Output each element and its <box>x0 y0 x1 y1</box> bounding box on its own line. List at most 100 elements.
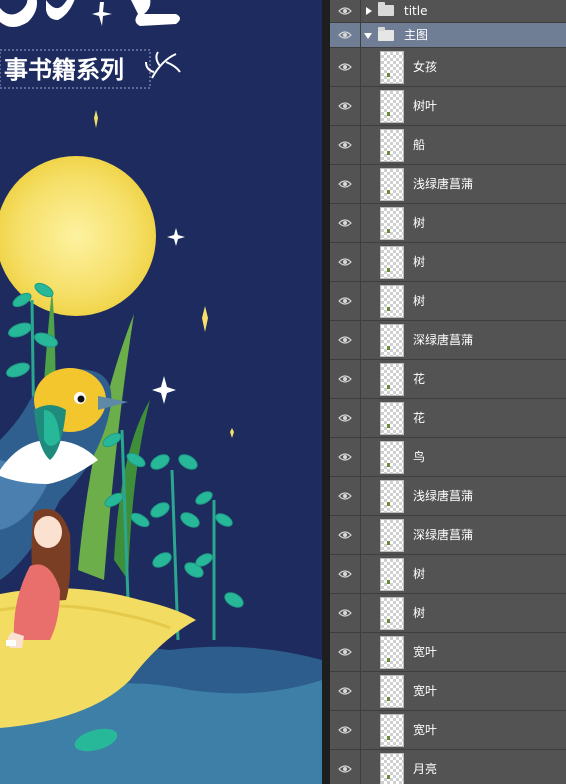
eye-icon <box>338 7 352 15</box>
layer-name: 树 <box>413 567 426 581</box>
layer-thumbnail <box>380 519 404 552</box>
eye-icon <box>338 570 352 578</box>
eye-icon <box>338 375 352 383</box>
layer-name: 树 <box>413 294 426 308</box>
layer-group-title[interactable]: title <box>330 0 566 23</box>
visibility-toggle[interactable] <box>330 438 361 476</box>
layer-name: 树叶 <box>413 99 438 113</box>
layer-thumbnail <box>380 480 404 513</box>
visibility-toggle[interactable] <box>330 165 361 203</box>
layer-row[interactable]: 宽叶 <box>330 711 566 750</box>
panel-divider[interactable] <box>322 0 330 784</box>
layer-row[interactable]: 花 <box>330 399 566 438</box>
layer-row[interactable]: 花 <box>330 360 566 399</box>
layer-name: 花 <box>413 372 426 386</box>
visibility-toggle[interactable] <box>330 282 361 320</box>
layer-row[interactable]: 深绿唐菖蒲 <box>330 321 566 360</box>
illustration: 事书籍系列 <box>0 0 322 784</box>
layer-row[interactable]: 树 <box>330 282 566 321</box>
eye-icon <box>338 31 352 39</box>
layer-thumbnail <box>380 207 404 240</box>
layer-thumbnail <box>380 324 404 357</box>
layer-thumbnail <box>380 129 404 162</box>
visibility-toggle[interactable] <box>330 204 361 242</box>
layer-row[interactable]: 宽叶 <box>330 633 566 672</box>
visibility-toggle[interactable] <box>330 0 361 22</box>
eye-icon <box>338 687 352 695</box>
layer-name: 花 <box>413 411 426 425</box>
eye-icon <box>338 726 352 734</box>
visibility-toggle[interactable] <box>330 711 361 749</box>
layer-thumbnail <box>380 90 404 123</box>
layer-name: 树 <box>413 255 426 269</box>
layer-name: 宽叶 <box>413 684 438 698</box>
layer-name: 宽叶 <box>413 723 438 737</box>
layer-row[interactable]: 树 <box>330 204 566 243</box>
layer-row[interactable]: 月亮 <box>330 750 566 784</box>
eye-icon <box>338 414 352 422</box>
folder-icon <box>378 2 394 16</box>
visibility-toggle[interactable] <box>330 243 361 281</box>
layer-thumbnail <box>380 597 404 630</box>
layer-thumbnail <box>380 675 404 708</box>
layer-row[interactable]: 树叶 <box>330 87 566 126</box>
eye-icon <box>338 609 352 617</box>
visibility-toggle[interactable] <box>330 360 361 398</box>
visibility-toggle[interactable] <box>330 516 361 554</box>
visibility-toggle[interactable] <box>330 477 361 515</box>
eye-icon <box>338 63 352 71</box>
layer-row[interactable]: 鸟 <box>330 438 566 477</box>
layer-thumbnail <box>380 441 404 474</box>
layer-row[interactable]: 宽叶 <box>330 672 566 711</box>
layer-row[interactable]: 浅绿唐菖蒲 <box>330 477 566 516</box>
layer-row[interactable]: 树 <box>330 594 566 633</box>
layer-row[interactable]: 船 <box>330 126 566 165</box>
eye-icon <box>338 336 352 344</box>
layer-thumbnail <box>380 402 404 435</box>
layer-name: 浅绿唐菖蒲 <box>413 489 474 503</box>
layer-thumbnail <box>380 246 404 279</box>
layer-group-name: 主图 <box>404 28 429 42</box>
eye-icon <box>338 141 352 149</box>
layer-row[interactable]: 深绿唐菖蒲 <box>330 516 566 555</box>
visibility-toggle[interactable] <box>330 399 361 437</box>
eye-icon <box>338 765 352 773</box>
layer-row[interactable]: 树 <box>330 555 566 594</box>
visibility-toggle[interactable] <box>330 321 361 359</box>
layers-panel: title 主图 女孩 树叶 船 浅绿唐菖蒲 树 树 树 深绿唐菖蒲 花 花 鸟… <box>330 0 566 784</box>
layer-row[interactable]: 树 <box>330 243 566 282</box>
layer-group-main[interactable]: 主图 <box>330 23 566 48</box>
layer-name: 树 <box>413 216 426 230</box>
visibility-toggle[interactable] <box>330 672 361 710</box>
layer-name: 月亮 <box>413 762 438 776</box>
layer-name: 鸟 <box>413 450 426 464</box>
eye-icon <box>338 297 352 305</box>
expand-arrow-icon[interactable] <box>366 7 372 15</box>
visibility-toggle[interactable] <box>330 594 361 632</box>
open-folder-icon <box>378 27 394 41</box>
visibility-toggle[interactable] <box>330 48 361 86</box>
layer-name: 深绿唐菖蒲 <box>413 528 474 542</box>
visibility-toggle[interactable] <box>330 633 361 671</box>
layer-thumbnail <box>380 51 404 84</box>
document-canvas[interactable]: 事书籍系列 <box>0 0 322 784</box>
visibility-toggle[interactable] <box>330 23 361 47</box>
visibility-toggle[interactable] <box>330 555 361 593</box>
collapse-arrow-icon[interactable] <box>364 33 372 39</box>
title-subtitle: 事书籍系列 <box>4 56 124 84</box>
layer-group-name: title <box>404 4 428 18</box>
eye-icon <box>338 219 352 227</box>
layer-row[interactable]: 浅绿唐菖蒲 <box>330 165 566 204</box>
photoshop-workspace: 事书籍系列 title 主图 女孩 树叶 船 浅绿唐菖蒲 树 树 树 深绿唐菖蒲… <box>0 0 566 784</box>
layer-name: 女孩 <box>413 60 438 74</box>
visibility-toggle[interactable] <box>330 87 361 125</box>
layer-row[interactable]: 女孩 <box>330 48 566 87</box>
eye-icon <box>338 648 352 656</box>
visibility-toggle[interactable] <box>330 126 361 164</box>
layer-name: 树 <box>413 606 426 620</box>
layer-thumbnail <box>380 558 404 591</box>
layer-thumbnail <box>380 363 404 396</box>
layer-name: 船 <box>413 138 426 152</box>
visibility-toggle[interactable] <box>330 750 361 784</box>
layer-thumbnail <box>380 285 404 318</box>
